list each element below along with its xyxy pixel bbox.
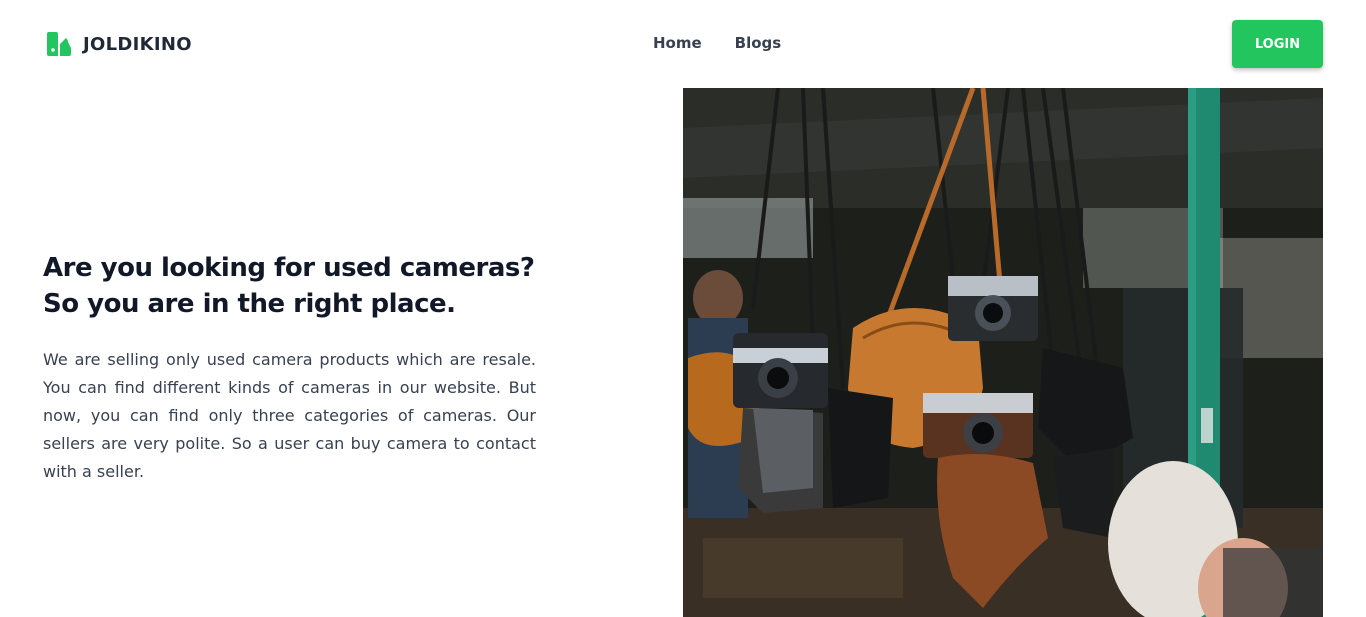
leaf-logo-icon: [47, 32, 71, 56]
hero-image: [683, 88, 1323, 617]
hero-description: We are selling only used camera products…: [43, 350, 536, 481]
hero-title-line-2: So you are in the right place.: [43, 289, 456, 319]
hero-title: Are you looking for used cameras? So you…: [43, 250, 536, 322]
navbar: JOLDIKINO Home Blogs LOGIN: [0, 0, 1366, 88]
nav-home-link[interactable]: Home: [653, 34, 702, 52]
brand[interactable]: JOLDIKINO: [45, 30, 192, 58]
hero-section: Are you looking for used cameras? So you…: [43, 250, 536, 486]
main-nav: Home Blogs: [653, 34, 781, 52]
hero-title-line-1: Are you looking for used cameras?: [43, 253, 535, 283]
nav-blogs-link[interactable]: Blogs: [735, 34, 782, 52]
login-button[interactable]: LOGIN: [1232, 20, 1323, 68]
brand-name: JOLDIKINO: [83, 33, 192, 55]
camera-market-illustration: [683, 88, 1323, 617]
